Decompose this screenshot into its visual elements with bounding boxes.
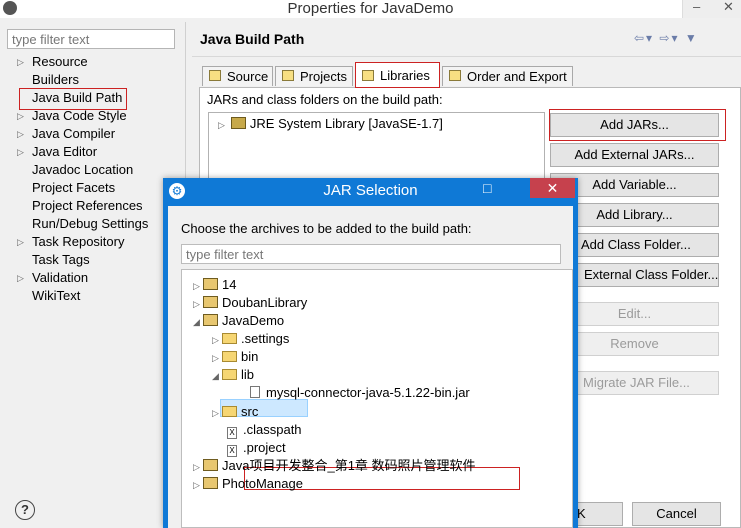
list-item[interactable]: ▷ JRE System Library [JavaSE-1.7] <box>218 116 443 131</box>
tab-source[interactable]: Source <box>202 66 273 86</box>
dialog-instruction: Choose the archives to be added to the b… <box>181 221 472 236</box>
sidebar-item-project-references[interactable]: Project References <box>32 197 143 215</box>
view-menu-icon[interactable]: ▼ <box>685 31 699 45</box>
tab-libraries[interactable]: Libraries <box>355 62 440 88</box>
sidebar-item-java-compiler[interactable]: ▷ Java Compiler <box>17 125 115 143</box>
dialog-filter-input[interactable]: type filter text <box>181 244 561 264</box>
tree-node-src[interactable]: ▷ src <box>212 403 258 421</box>
expand-arrow-icon[interactable]: ▷ <box>17 269 24 287</box>
library-icon <box>230 117 246 129</box>
order-export-icon <box>449 70 461 81</box>
tree-node-doubanlibrary[interactable]: ▷ DoubanLibrary <box>193 294 307 312</box>
minimize-icon[interactable]: – <box>693 0 700 14</box>
maximize-icon[interactable]: □ <box>483 180 491 196</box>
tree-node-project[interactable]: X .project <box>227 439 286 457</box>
tree-node-lib[interactable]: ◢ lib <box>212 366 254 384</box>
expand-arrow-icon[interactable]: ▷ <box>212 349 222 367</box>
history-nav[interactable]: ⇦▾ ⇨▾ ▼ <box>634 31 699 45</box>
help-icon[interactable]: ? <box>15 500 35 520</box>
forward-arrow-icon[interactable]: ⇨▾ <box>659 31 679 45</box>
source-folder-icon <box>209 70 221 81</box>
left-filter-input[interactable]: type filter text <box>7 29 175 49</box>
tree-node-bin[interactable]: ▷ bin <box>212 348 258 366</box>
tree-node-settings[interactable]: ▷ .settings <box>212 330 289 348</box>
jar-file-icon <box>250 386 260 398</box>
dialog-close-button[interactable]: ✕ <box>530 178 575 198</box>
expand-arrow-icon[interactable]: ▷ <box>193 476 203 494</box>
tree-node-chapter1[interactable]: ▷ Java项目开发整合_第1章 数码照片管理软件 <box>193 457 476 475</box>
tree-node-photomanage[interactable]: ▷ PhotoManage <box>193 475 303 493</box>
workspace-tree[interactable]: ▷ 14 ▷ DoubanLibrary ◢ JavaDemo ▷ .settings … <box>181 269 573 528</box>
xml-file-icon: X <box>227 445 237 457</box>
libraries-label: JARs and class folders on the build path… <box>207 92 443 107</box>
expand-arrow-icon[interactable]: ▷ <box>212 404 222 422</box>
dialog-title: JAR Selection <box>323 182 418 199</box>
expand-arrow-icon[interactable]: ▷ <box>17 233 24 251</box>
tab-order-and-export[interactable]: Order and Export <box>442 66 573 86</box>
libraries-icon <box>362 70 374 81</box>
sidebar-item-task-tags[interactable]: Task Tags <box>32 251 90 269</box>
jar-selection-dialog: ⚙ JAR Selection □ ✕ Choose the archives … <box>163 178 578 528</box>
close-icon[interactable]: ✕ <box>723 0 734 15</box>
tab-projects[interactable]: Projects <box>275 66 353 86</box>
tree-node-javademo[interactable]: ◢ JavaDemo <box>193 312 284 330</box>
folder-icon <box>222 333 237 344</box>
window-close-button[interactable]: – ✕ <box>682 0 741 18</box>
expand-arrow-icon[interactable]: ▷ <box>218 120 225 130</box>
dialog-body: Choose the archives to be added to the b… <box>168 206 573 528</box>
project-icon <box>203 314 218 326</box>
window-title: Properties for JavaDemo <box>287 0 454 17</box>
projects-icon <box>282 70 294 81</box>
xml-file-icon: X <box>227 427 237 439</box>
expand-arrow-icon[interactable]: ▷ <box>17 53 24 71</box>
folder-icon <box>222 406 237 417</box>
project-icon <box>203 477 218 489</box>
sidebar-item-wikitext[interactable]: WikiText <box>32 287 80 305</box>
title-separator <box>192 56 741 57</box>
expand-arrow-icon[interactable]: ▷ <box>193 295 203 313</box>
expand-arrow-icon[interactable]: ▷ <box>193 277 203 295</box>
cancel-button[interactable]: Cancel <box>632 502 721 526</box>
highlight-box-add-jars <box>549 109 726 141</box>
highlight-box-java-build-path <box>19 88 127 110</box>
folder-icon <box>222 369 237 380</box>
tree-node-classpath[interactable]: X .classpath <box>227 421 302 439</box>
sidebar-item-resource[interactable]: ▷ Resource <box>17 53 88 71</box>
expand-arrow-icon[interactable]: ▷ <box>17 143 24 161</box>
project-icon <box>203 296 218 308</box>
sidebar-item-project-facets[interactable]: Project Facets <box>32 179 115 197</box>
expand-arrow-icon[interactable]: ▷ <box>193 458 203 476</box>
tree-node-14[interactable]: ▷ 14 <box>193 276 236 294</box>
collapse-arrow-icon[interactable]: ◢ <box>212 367 222 385</box>
project-icon <box>203 278 218 290</box>
page-title: Java Build Path <box>200 31 305 47</box>
project-icon <box>203 459 218 471</box>
tree-node-mysql-jar[interactable]: mysql-connector-java-5.1.22-bin.jar <box>250 384 470 402</box>
close-icon[interactable]: ✕ <box>547 180 559 196</box>
sidebar-item-validation[interactable]: ▷ Validation <box>17 269 88 287</box>
sidebar-item-javadoc-location[interactable]: Javadoc Location <box>32 161 133 179</box>
sidebar-item-task-repository[interactable]: ▷ Task Repository <box>17 233 124 251</box>
expand-arrow-icon[interactable]: ▷ <box>212 331 222 349</box>
expand-arrow-icon[interactable]: ▷ <box>17 125 24 143</box>
sidebar-item-builders[interactable]: Builders <box>32 71 79 89</box>
window-titlebar: Properties for JavaDemo – ✕ <box>0 0 741 18</box>
add-external-jars-button[interactable]: Add External JARs... <box>550 143 719 167</box>
back-arrow-icon[interactable]: ⇦▾ <box>634 31 654 45</box>
sidebar-item-run-debug-settings[interactable]: Run/Debug Settings <box>32 215 148 233</box>
sidebar-item-java-editor[interactable]: ▷ Java Editor <box>17 143 97 161</box>
collapse-arrow-icon[interactable]: ◢ <box>193 313 203 331</box>
folder-icon <box>222 351 237 362</box>
